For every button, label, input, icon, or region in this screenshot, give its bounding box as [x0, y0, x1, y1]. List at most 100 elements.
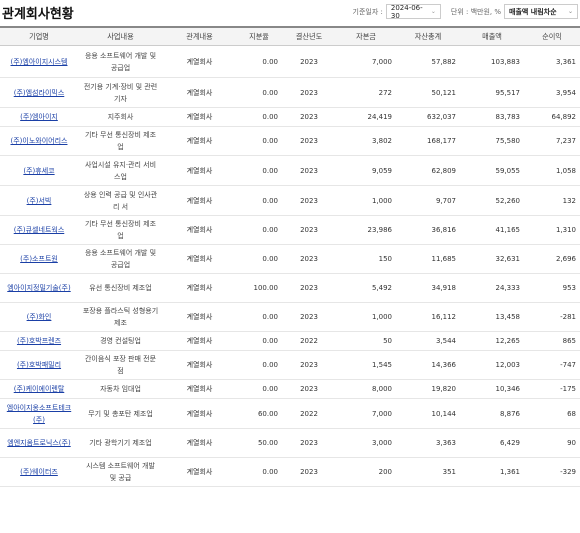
business-cell: 사업시설 유지·관리 서비스업 [78, 155, 163, 186]
total-assets-cell: 16,112 [396, 302, 460, 332]
fiscal-year-cell: 2023 [282, 45, 336, 78]
company-link[interactable]: (주)이노와이어리스 [0, 126, 78, 156]
total-assets-cell: 10,144 [396, 398, 460, 429]
revenue-cell: 75,580 [460, 126, 524, 156]
share-cell: 0.00 [236, 331, 282, 351]
total-assets-cell: 34,918 [396, 273, 460, 303]
company-link[interactable]: 엠아이지정밀기술(주) [0, 273, 78, 303]
business-cell: 상용 인력 공급 및 인사관리 서 [78, 185, 163, 216]
fiscal-year-cell: 2023 [282, 185, 336, 216]
table-row: (주)화인 포장용 플라스틱 성형용기 제조 계열회사 0.00 2023 1,000 16… [0, 302, 580, 332]
company-link[interactable]: 엠아이지옹소프트테크(주) [0, 398, 78, 429]
company-link[interactable]: (주)소프트원 [0, 244, 78, 274]
capital-cell: 272 [336, 77, 396, 108]
col-total-assets: 자산총계 [396, 26, 460, 46]
sort-select[interactable]: 매출액 내림차순 ⌄ [504, 4, 578, 19]
date-label: 기준일자 : [352, 7, 383, 16]
company-link[interactable]: (주)엠섬라이믹스 [0, 77, 78, 108]
col-net-income: 순이익 [524, 26, 580, 46]
fiscal-year-cell: 2023 [282, 350, 336, 380]
relation-cell: 계열회사 [163, 244, 236, 274]
net-income-cell: -329 [524, 457, 580, 487]
share-cell: 0.00 [236, 155, 282, 186]
net-income-cell: 132 [524, 185, 580, 216]
fiscal-year-cell: 2023 [282, 273, 336, 303]
company-link[interactable]: (주)서빅 [0, 185, 78, 216]
company-link[interactable]: (주)휴세코 [0, 155, 78, 186]
total-assets-cell: 36,816 [396, 215, 460, 245]
share-cell: 0.00 [236, 244, 282, 274]
company-link[interactable]: 엠엔지옴트로닉스(주) [0, 428, 78, 458]
fiscal-year-cell: 2023 [282, 379, 336, 399]
total-assets-cell: 50,121 [396, 77, 460, 108]
total-assets-cell: 351 [396, 457, 460, 487]
revenue-cell: 24,333 [460, 273, 524, 303]
table-row: (주)이노와이어리스 기타 무선 통신장비 제조업 계열회사 0.00 2023 3,80… [0, 126, 580, 156]
business-cell: 응용 소프트웨어 개발 및 공급업 [78, 45, 163, 78]
net-income-cell: -747 [524, 350, 580, 380]
business-cell: 간이음식 포장 판매 전문점 [78, 350, 163, 380]
table-row: (주)엠섬라이믹스 전기용 기계·장비 및 관련 기자 계열회사 0.00 2023 27… [0, 77, 580, 108]
revenue-cell: 59,055 [460, 155, 524, 186]
revenue-cell: 41,165 [460, 215, 524, 245]
revenue-cell: 12,265 [460, 331, 524, 351]
date-select[interactable]: 2024-06-30 ⌄ [385, 4, 441, 20]
share-cell: 0.00 [236, 126, 282, 156]
fiscal-year-cell: 2023 [282, 302, 336, 332]
net-income-cell: 90 [524, 428, 580, 458]
share-cell: 0.00 [236, 302, 282, 332]
table-row: (주)호박패밀리 간이음식 포장 판매 전문점 계열회사 0.00 2023 1,545 1… [0, 350, 580, 380]
revenue-cell: 95,517 [460, 77, 524, 108]
company-link[interactable]: (주)호박패밀리 [0, 350, 78, 380]
fiscal-year-cell: 2022 [282, 331, 336, 351]
business-cell: 기타 무선 통신장비 제조업 [78, 215, 163, 245]
table-row: (주)엠아이지시스템 응용 소프트웨어 개발 및 공급업 계열회사 0.00 2023 7… [0, 45, 580, 78]
company-link[interactable]: (주)웨이터즈 [0, 457, 78, 487]
col-capital: 자본금 [336, 26, 396, 46]
page-title: 관계회사현황 [2, 7, 74, 22]
fiscal-year-cell: 2023 [282, 244, 336, 274]
capital-cell: 200 [336, 457, 396, 487]
share-cell: 0.00 [236, 185, 282, 216]
company-link[interactable]: (주)케이에이렌탈 [0, 379, 78, 399]
business-cell: 전기용 기계·장비 및 관련 기자 [78, 77, 163, 108]
table-row: (주)소프트원 응용 소프트웨어 개발 및 공급업 계열회사 0.00 2023 150 1… [0, 244, 580, 274]
table-row: (주)웨이터즈 시스템 소프트웨어 개발 및 공급 계열회사 0.00 2023 200 3… [0, 457, 580, 487]
net-income-cell: -175 [524, 379, 580, 399]
total-assets-cell: 632,037 [396, 107, 460, 127]
total-assets-cell: 9,707 [396, 185, 460, 216]
col-fiscal-year: 결산년도 [282, 26, 336, 46]
company-link[interactable]: (주)엠아이지시스템 [0, 45, 78, 78]
net-income-cell: 7,237 [524, 126, 580, 156]
net-income-cell: 865 [524, 331, 580, 351]
net-income-cell: 1,058 [524, 155, 580, 186]
share-cell: 50.00 [236, 428, 282, 458]
capital-cell: 50 [336, 331, 396, 351]
revenue-cell: 32,631 [460, 244, 524, 274]
company-link[interactable]: (주)화인 [0, 302, 78, 332]
relation-cell: 계열회사 [163, 45, 236, 78]
share-cell: 0.00 [236, 45, 282, 78]
net-income-cell: -281 [524, 302, 580, 332]
net-income-cell: 1,310 [524, 215, 580, 245]
capital-cell: 8,000 [336, 379, 396, 399]
company-link[interactable]: (주)호박프렌즈 [0, 331, 78, 351]
business-cell: 응용 소프트웨어 개발 및 공급업 [78, 244, 163, 274]
table-row: 엠엔지옴트로닉스(주) 기타 광학기기 제조업 계열회사 50.00 2023 3,000… [0, 428, 580, 458]
company-link[interactable]: (주)큐셀네트웍스 [0, 215, 78, 245]
capital-cell: 150 [336, 244, 396, 274]
business-cell: 시스템 소프트웨어 개발 및 공급 [78, 457, 163, 487]
business-cell: 무기 및 총포탄 제조업 [78, 398, 163, 429]
table-row: (주)서빅 상용 인력 공급 및 인사관리 서 계열회사 0.00 2023 1,000 9… [0, 185, 580, 216]
relation-cell: 계열회사 [163, 302, 236, 332]
relation-cell: 계열회사 [163, 107, 236, 127]
fiscal-year-cell: 2023 [282, 77, 336, 108]
share-cell: 0.00 [236, 457, 282, 487]
net-income-cell: 64,892 [524, 107, 580, 127]
filter-bar: 기준일자 : 2024-06-30 ⌄ 단위 : 백만원, % 매출액 내림차순… [352, 4, 578, 20]
share-cell: 0.00 [236, 215, 282, 245]
capital-cell: 5,492 [336, 273, 396, 303]
revenue-cell: 12,003 [460, 350, 524, 380]
company-link[interactable]: (주)엠아이지 [0, 107, 78, 127]
capital-cell: 3,000 [336, 428, 396, 458]
